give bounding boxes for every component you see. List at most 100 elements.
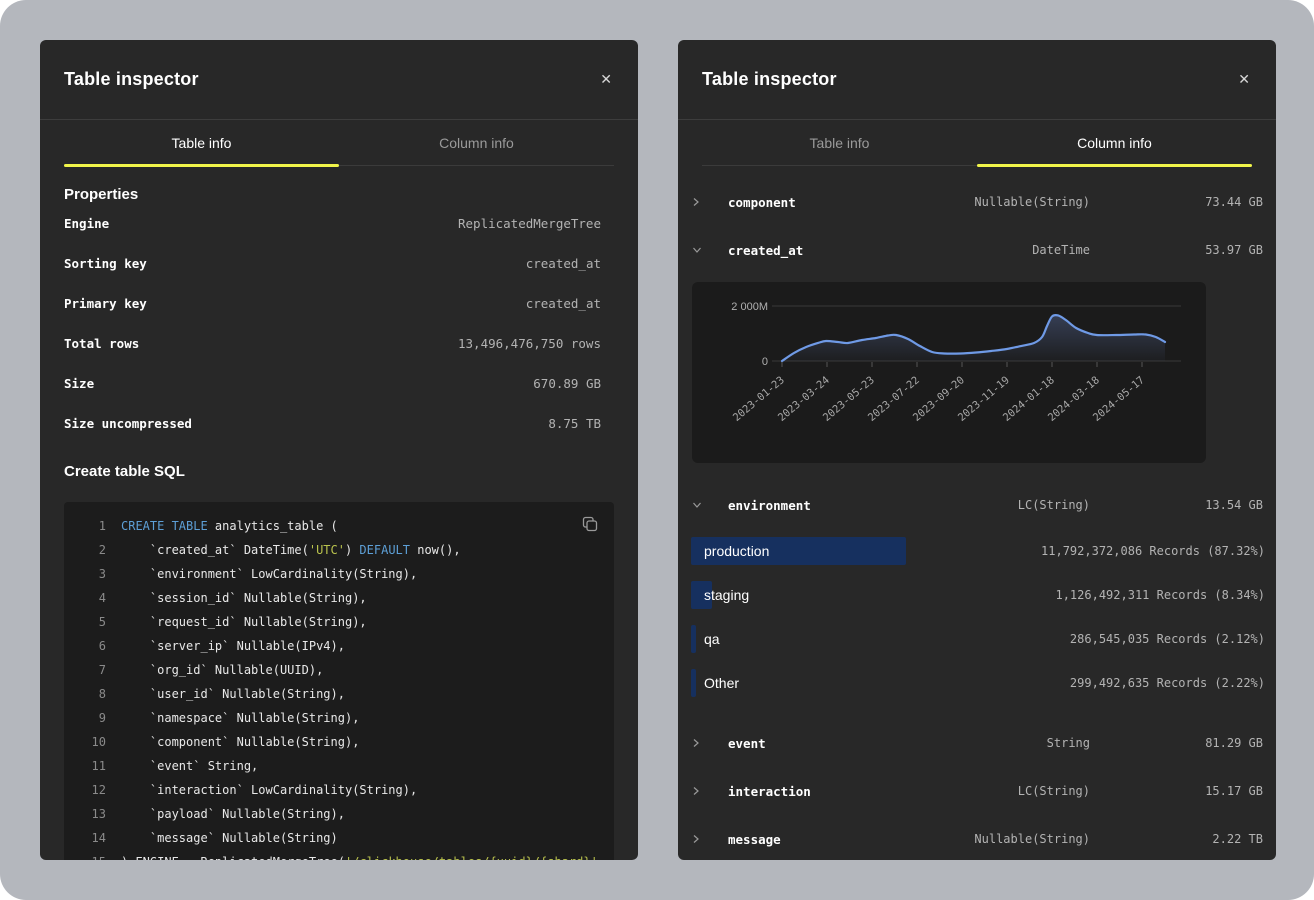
column-type: DateTime: [920, 243, 1090, 257]
sql-code-block: 1CREATE TABLE analytics_table (2 `create…: [64, 502, 614, 860]
sql-code-line: 7 `org_id` Nullable(UUID),: [64, 658, 614, 682]
column-list: component Nullable(String) 73.44 GB crea…: [678, 166, 1276, 860]
sql-code-line: 8 `user_id` Nullable(String),: [64, 682, 614, 706]
column-row-created-at[interactable]: created_at DateTime 53.97 GB: [678, 226, 1276, 274]
column-type: Nullable(String): [920, 832, 1090, 846]
tab-bar: Table info Column info: [702, 120, 1252, 166]
column-name: interaction: [728, 784, 920, 799]
line-chart: 2 000M02023-01-232023-03-242023-05-23202…: [692, 282, 1206, 463]
property-value: created_at: [526, 256, 601, 271]
dialog-header: Table inspector ✕: [40, 40, 638, 120]
column-size: 15.17 GB: [1090, 784, 1263, 798]
spacer: [678, 705, 1276, 719]
chevron-right-icon: [692, 197, 704, 207]
property-value: created_at: [526, 296, 601, 311]
screenshot-background: Table inspector ✕ Table info Column info…: [0, 0, 1314, 900]
svg-text:2 000M: 2 000M: [731, 301, 768, 313]
property-row-size-uncompressed: Size uncompressed 8.75 TB: [64, 403, 614, 443]
table-inspector-dialog-table-info: Table inspector ✕ Table info Column info…: [40, 40, 638, 860]
sql-code-line: 9 `namespace` Nullable(String),: [64, 706, 614, 730]
sql-code-line: 11 `event` String,: [64, 754, 614, 778]
close-icon[interactable]: ✕: [1234, 69, 1254, 91]
property-label: Engine: [64, 216, 109, 231]
value-records: 299,492,635 Records (2.22%): [1070, 661, 1265, 705]
value-label: staging: [704, 573, 749, 617]
property-value: ReplicatedMergeTree: [458, 216, 601, 231]
sql-code-line: 10 `component` Nullable(String),: [64, 730, 614, 754]
property-row-engine: Engine ReplicatedMergeTree: [64, 203, 614, 243]
table-inspector-dialog-column-info: Table inspector ✕ Table info Column info…: [678, 40, 1276, 860]
property-label: Size: [64, 376, 94, 391]
dialog-title: Table inspector: [702, 69, 837, 90]
property-value: 670.89 GB: [533, 376, 601, 391]
column-name: event: [728, 736, 920, 751]
table-info-content: Properties Engine ReplicatedMergeTree So…: [40, 186, 638, 860]
property-label: Sorting key: [64, 256, 147, 271]
value-bar: [691, 625, 696, 653]
sql-code-line: 15) ENGINE = ReplicatedMergeTree('/click…: [64, 850, 614, 860]
property-value: 13,496,476,750 rows: [458, 336, 601, 351]
value-records: 1,126,492,311 Records (8.34%): [1055, 573, 1265, 617]
column-row-interaction[interactable]: interaction LC(String) 15.17 GB: [678, 767, 1276, 815]
properties-heading: Properties: [64, 186, 614, 203]
column-row-message[interactable]: message Nullable(String) 2.22 TB: [678, 815, 1276, 860]
chevron-down-icon: [692, 246, 704, 254]
column-name: environment: [728, 498, 920, 513]
value-records: 286,545,035 Records (2.12%): [1070, 617, 1265, 661]
value-bar: [691, 669, 696, 697]
column-type: LC(String): [920, 498, 1090, 512]
value-records: 11,792,372,086 Records (87.32%): [1041, 529, 1265, 573]
property-label: Total rows: [64, 336, 139, 351]
value-row-other: Other 299,492,635 Records (2.22%): [678, 661, 1276, 705]
tab-bar: Table info Column info: [64, 120, 614, 166]
sql-code-line: 6 `server_ip` Nullable(IPv4),: [64, 634, 614, 658]
property-label: Primary key: [64, 296, 147, 311]
value-row-staging: staging 1,126,492,311 Records (8.34%): [678, 573, 1276, 617]
column-name: component: [728, 195, 920, 210]
property-row-sorting-key: Sorting key created_at: [64, 243, 614, 283]
chevron-right-icon: [692, 786, 704, 796]
copy-icon-glyph: [582, 516, 598, 532]
sql-code-line: 13 `payload` Nullable(String),: [64, 802, 614, 826]
sql-code-line: 5 `request_id` Nullable(String),: [64, 610, 614, 634]
property-label: Size uncompressed: [64, 416, 192, 431]
value-row-qa: qa 286,545,035 Records (2.12%): [678, 617, 1276, 661]
tab-column-info[interactable]: Column info: [977, 120, 1252, 165]
column-row-environment[interactable]: environment LC(String) 13.54 GB: [678, 481, 1276, 529]
sql-code-line: 1CREATE TABLE analytics_table (: [64, 514, 614, 538]
copy-icon[interactable]: [580, 514, 600, 537]
value-label: qa: [704, 617, 720, 661]
tab-column-info[interactable]: Column info: [339, 120, 614, 165]
column-size: 53.97 GB: [1090, 243, 1263, 257]
dialog-title: Table inspector: [64, 69, 199, 90]
sql-code-line: 14 `message` Nullable(String): [64, 826, 614, 850]
sql-code-line: 3 `environment` LowCardinality(String),: [64, 562, 614, 586]
property-row-size: Size 670.89 GB: [64, 363, 614, 403]
property-value: 8.75 TB: [548, 416, 601, 431]
value-label: production: [704, 529, 769, 573]
column-name: message: [728, 832, 920, 847]
tab-table-info[interactable]: Table info: [64, 120, 339, 165]
chevron-right-icon: [692, 738, 704, 748]
column-type: LC(String): [920, 784, 1090, 798]
dialog-header: Table inspector ✕: [678, 40, 1276, 120]
column-row-event[interactable]: event String 81.29 GB: [678, 719, 1276, 767]
column-row-component[interactable]: component Nullable(String) 73.44 GB: [678, 178, 1276, 226]
column-name: created_at: [728, 243, 920, 258]
property-row-primary-key: Primary key created_at: [64, 283, 614, 323]
value-row-production: production 11,792,372,086 Records (87.32…: [678, 529, 1276, 573]
sql-code-line: 2 `created_at` DateTime('UTC') DEFAULT n…: [64, 538, 614, 562]
column-size: 73.44 GB: [1090, 195, 1263, 209]
column-type: Nullable(String): [920, 195, 1090, 209]
created-at-distribution-chart: 2 000M02023-01-232023-03-242023-05-23202…: [692, 282, 1206, 463]
close-icon[interactable]: ✕: [596, 69, 616, 91]
sql-code-line: 4 `session_id` Nullable(String),: [64, 586, 614, 610]
tab-table-info[interactable]: Table info: [702, 120, 977, 165]
create-table-sql-heading: Create table SQL: [64, 463, 614, 480]
column-size: 81.29 GB: [1090, 736, 1263, 750]
chevron-down-icon: [692, 501, 704, 509]
sql-code-line: 12 `interaction` LowCardinality(String),: [64, 778, 614, 802]
chevron-right-icon: [692, 834, 704, 844]
column-size: 2.22 TB: [1090, 832, 1263, 846]
value-label: Other: [704, 661, 739, 705]
